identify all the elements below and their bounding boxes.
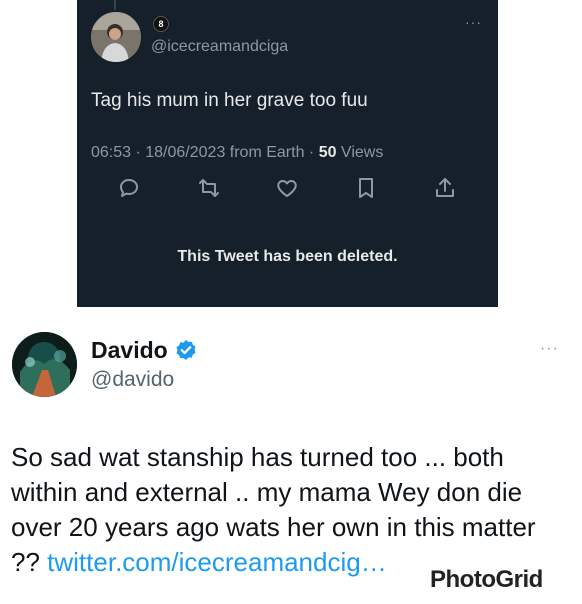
more-options-icon[interactable]: ··· bbox=[540, 340, 559, 358]
deleted-notice: This Tweet has been deleted. bbox=[177, 248, 398, 265]
eight-ball-icon: 8 bbox=[153, 16, 169, 32]
timestamp: 06:53 · 18/06/2023 from Earth · bbox=[91, 144, 319, 161]
like-icon[interactable] bbox=[275, 176, 303, 204]
verified-badge-icon bbox=[175, 339, 197, 361]
views-label: Views bbox=[336, 144, 384, 161]
retweet-icon[interactable] bbox=[197, 176, 225, 204]
embedded-tweet-text: Tag his mum in her grave too fuu bbox=[91, 90, 368, 111]
photogrid-watermark: PhotoGrid bbox=[430, 566, 543, 593]
embedded-handle[interactable]: @icecreamandciga bbox=[151, 38, 288, 56]
avatar[interactable] bbox=[91, 12, 141, 62]
tweet-link[interactable]: twitter.com/icecreamandcig… bbox=[47, 547, 387, 577]
thread-line bbox=[114, 0, 116, 10]
bookmark-icon[interactable] bbox=[354, 176, 382, 204]
davido-avatar[interactable] bbox=[12, 332, 77, 397]
views-count: 50 bbox=[318, 144, 337, 161]
username[interactable]: @davido bbox=[91, 368, 174, 392]
share-icon[interactable] bbox=[433, 176, 461, 204]
more-options-icon[interactable]: ··· bbox=[465, 14, 482, 30]
tweet-text: So sad wat stanship has turned too ... b… bbox=[11, 440, 571, 580]
embedded-tweet-card: 8 @icecreamandciga ··· Tag his mum in he… bbox=[77, 0, 498, 307]
embedded-tweet-meta: 06:53 · 18/06/2023 from Earth · 50 Views bbox=[91, 144, 383, 162]
action-bar bbox=[77, 176, 498, 206]
display-name[interactable]: Davido bbox=[91, 337, 168, 364]
reply-icon[interactable] bbox=[117, 176, 145, 204]
